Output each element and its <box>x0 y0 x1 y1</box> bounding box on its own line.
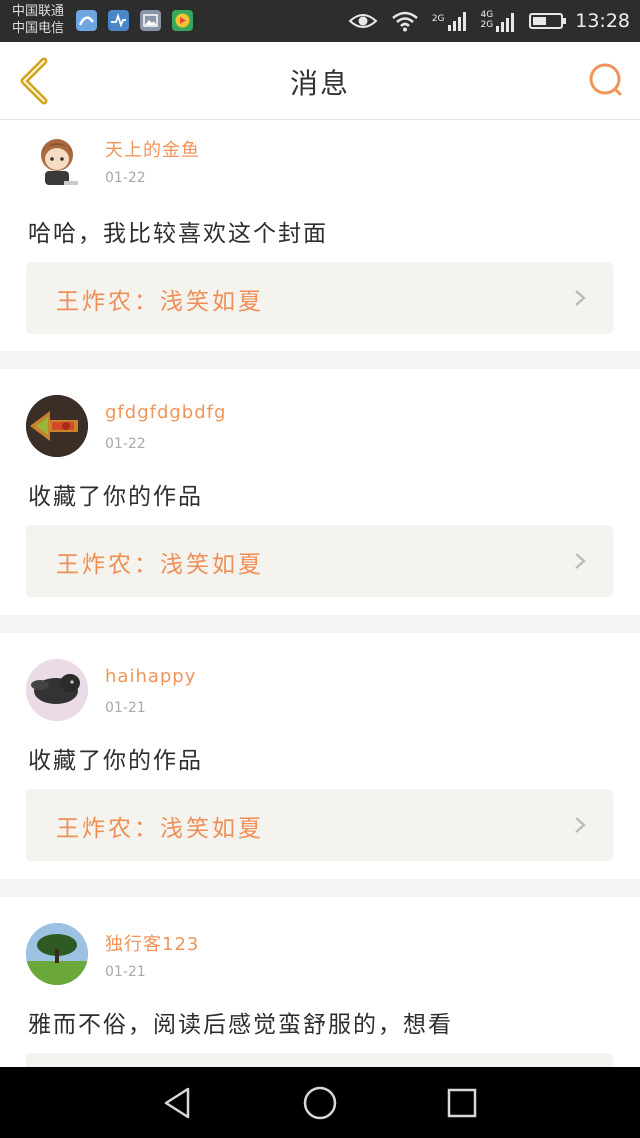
referenced-work-label: 王炸农：浅笑如夏 <box>56 289 264 315</box>
message-date: 01-21 <box>105 964 146 980</box>
message-item: 独行客123 01-21 雅而不俗，阅读后感觉蛮舒服的，想看 <box>0 897 640 1067</box>
message-content: 收藏了你的作品 <box>28 748 203 774</box>
username[interactable]: 天上的金鱼 <box>105 136 200 162</box>
referenced-work[interactable] <box>26 1053 613 1067</box>
page-title: 消息 <box>289 67 350 100</box>
status-icons: 2G 4G 2G 13:28 <box>348 0 630 42</box>
avatar-cartoon-image <box>41 139 78 185</box>
signal-icon <box>447 12 466 31</box>
divider <box>0 879 640 897</box>
referenced-work-label: 王炸农：浅笑如夏 <box>56 552 264 578</box>
avatar[interactable] <box>26 131 88 193</box>
referenced-work[interactable]: 王炸农：浅笑如夏 <box>26 262 613 334</box>
referenced-work-label: 王炸农：浅笑如夏 <box>56 816 264 842</box>
signal-2: 4G 2G <box>481 10 518 33</box>
back-triangle-icon <box>164 1087 190 1119</box>
avatar[interactable] <box>26 395 88 457</box>
message-item: haihappy 01-21 收藏了你的作品 王炸农：浅笑如夏 <box>0 633 640 879</box>
system-nav-bar <box>0 1067 640 1138</box>
chevron-right-icon <box>575 817 586 833</box>
signal-icon <box>496 12 515 32</box>
message-item: 天上的金鱼 01-22 哈哈，我比较喜欢这个封面 王炸农：浅笑如夏 <box>0 121 640 351</box>
avatar-leaves-image <box>26 395 88 457</box>
avatar-rabbit-image <box>26 659 88 721</box>
username[interactable]: gfdgfdgbdfg <box>105 402 226 423</box>
eye-icon <box>348 14 378 28</box>
message-date: 01-22 <box>105 170 146 186</box>
signal-1: 2G <box>432 10 469 32</box>
message-content: 雅而不俗，阅读后感觉蛮舒服的，想看 <box>28 1012 453 1038</box>
app-icon-3 <box>140 10 161 31</box>
chevron-right-icon <box>575 553 586 569</box>
avatar-tree-image <box>26 923 88 985</box>
search-button[interactable] <box>586 60 626 100</box>
message-date: 01-21 <box>105 700 146 716</box>
app-icon-1 <box>76 10 97 31</box>
referenced-work[interactable]: 王炸农：浅笑如夏 <box>26 789 613 861</box>
app-icon-4 <box>172 10 193 31</box>
divider <box>0 615 640 633</box>
network-type-1: 2G <box>431 14 445 24</box>
username[interactable]: haihappy <box>105 666 196 687</box>
clock: 13:28 <box>575 10 630 32</box>
divider <box>0 351 640 369</box>
search-icon <box>589 63 622 96</box>
status-bar: 中国联通 中国电信 2G 4G 2G 13:28 <box>0 0 640 42</box>
chevron-right-icon <box>575 290 586 306</box>
home-circle-icon <box>303 1086 337 1120</box>
referenced-work[interactable]: 王炸农：浅笑如夏 <box>26 525 613 597</box>
avatar[interactable] <box>26 659 88 721</box>
wifi-icon <box>392 11 418 32</box>
username[interactable]: 独行客123 <box>105 930 199 956</box>
recents-square-icon <box>447 1088 477 1118</box>
message-item: gfdgfdgbdfg 01-22 收藏了你的作品 王炸农：浅笑如夏 <box>0 369 640 615</box>
carrier-1: 中国联通 <box>12 4 65 19</box>
nav-recents-button[interactable] <box>444 1085 480 1121</box>
battery-icon <box>529 13 567 29</box>
nav-back-button[interactable] <box>160 1085 196 1121</box>
app-header: 消息 <box>0 42 640 120</box>
app-icon-2 <box>108 10 129 31</box>
message-content: 收藏了你的作品 <box>28 484 203 510</box>
carrier-2: 中国电信 <box>12 21 65 36</box>
carrier-info: 中国联通 中国电信 <box>12 3 64 37</box>
message-content: 哈哈，我比较喜欢这个封面 <box>28 221 328 247</box>
network-type-2: 4G 2G <box>480 9 494 30</box>
nav-home-button[interactable] <box>302 1085 338 1121</box>
message-date: 01-22 <box>105 436 146 452</box>
message-list[interactable]: 天上的金鱼 01-22 哈哈，我比较喜欢这个封面 王炸农：浅笑如夏 gfdgfd… <box>0 121 640 1067</box>
avatar[interactable] <box>26 923 88 985</box>
